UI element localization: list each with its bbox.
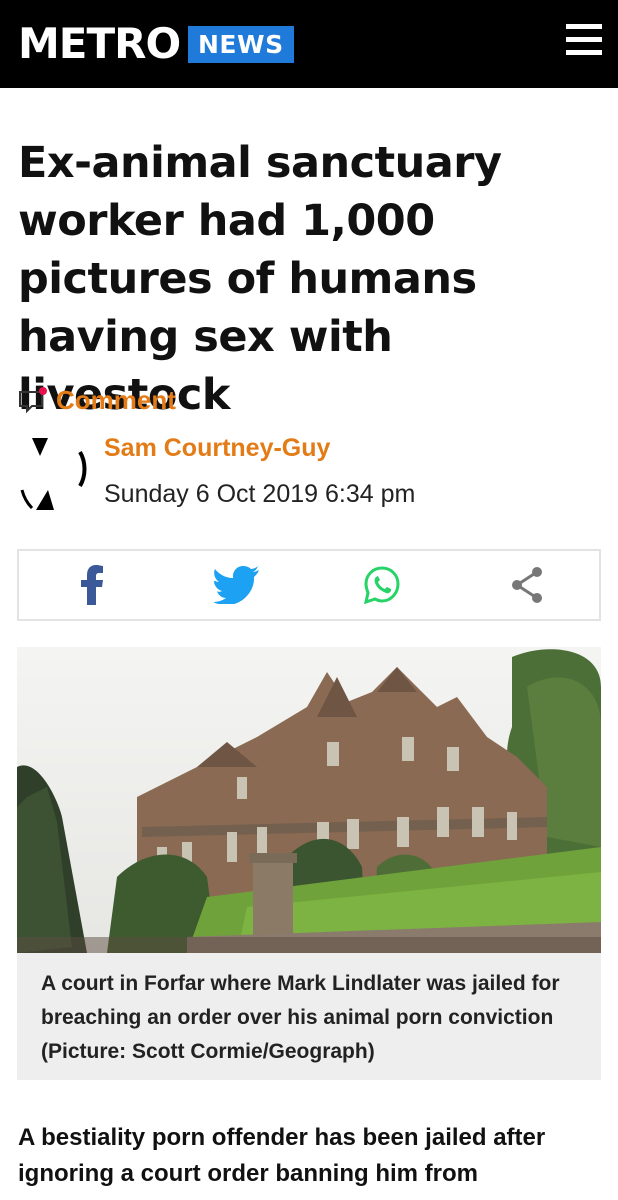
article-lead-paragraph: A bestiality porn offender has been jail… xyxy=(18,1124,546,1187)
twitter-share-button[interactable] xyxy=(164,551,309,619)
author-avatar xyxy=(18,434,88,512)
comment-link[interactable]: Comment xyxy=(18,380,176,420)
top-bar: METRO NEWS xyxy=(0,0,618,88)
news-section-badge[interactable]: NEWS xyxy=(188,26,294,63)
publish-date: Sunday 6 Oct 2019 6:34 pm xyxy=(104,480,416,508)
share-bar xyxy=(17,549,601,621)
whatsapp-icon xyxy=(363,566,400,605)
comment-label: Comment xyxy=(56,384,176,415)
whatsapp-share-button[interactable] xyxy=(309,551,454,619)
metro-logo[interactable]: METRO xyxy=(18,20,181,68)
facebook-icon xyxy=(80,565,103,605)
comment-icon xyxy=(18,386,48,414)
hamburger-menu-icon[interactable] xyxy=(566,24,602,62)
byline: Sam Courtney-Guy Sunday 6 Oct 2019 6:34 … xyxy=(18,430,608,520)
image-caption: A court in Forfar where Mark Lindlater w… xyxy=(17,953,601,1080)
author-name-link[interactable]: Sam Courtney-Guy xyxy=(104,434,330,463)
share-icon xyxy=(511,567,542,603)
facebook-share-button[interactable] xyxy=(19,551,164,619)
article-image[interactable] xyxy=(17,647,601,953)
twitter-icon xyxy=(213,566,259,604)
more-share-button[interactable] xyxy=(454,551,599,619)
